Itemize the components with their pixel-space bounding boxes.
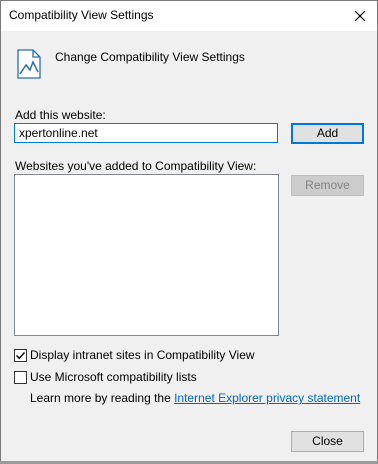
microsoft-lists-label: Use Microsoft compatibility lists bbox=[30, 370, 197, 384]
close-icon bbox=[354, 10, 366, 22]
checkmark-icon bbox=[16, 351, 26, 359]
learn-more-text: Learn more by reading the bbox=[30, 391, 175, 405]
add-button[interactable]: Add bbox=[291, 123, 364, 144]
website-input[interactable] bbox=[14, 123, 278, 143]
compatibility-view-dialog: Compatibility View Settings Change Compa… bbox=[0, 0, 378, 462]
learn-more-row: Learn more by reading the Internet Explo… bbox=[30, 391, 360, 405]
header-title: Change Compatibility View Settings bbox=[55, 50, 245, 64]
websites-listbox[interactable] bbox=[14, 174, 279, 336]
window-title: Compatibility View Settings bbox=[9, 8, 154, 22]
title-bar: Compatibility View Settings bbox=[1, 1, 377, 31]
microsoft-lists-checkbox[interactable] bbox=[14, 370, 27, 384]
add-website-label: Add this website: bbox=[15, 108, 106, 122]
microsoft-lists-option[interactable]: Use Microsoft compatibility lists bbox=[14, 369, 197, 385]
close-button[interactable]: Close bbox=[291, 431, 364, 452]
remove-button[interactable]: Remove bbox=[291, 175, 364, 196]
compatibility-page-icon bbox=[15, 48, 43, 80]
intranet-checkbox[interactable] bbox=[14, 348, 27, 362]
intranet-option[interactable]: Display intranet sites in Compatibility … bbox=[14, 347, 255, 363]
websites-list-label: Websites you've added to Compatibility V… bbox=[15, 159, 257, 173]
privacy-statement-link[interactable]: Internet Explorer privacy statement bbox=[174, 391, 360, 405]
intranet-label: Display intranet sites in Compatibility … bbox=[30, 348, 255, 362]
close-window-button[interactable] bbox=[349, 5, 371, 27]
